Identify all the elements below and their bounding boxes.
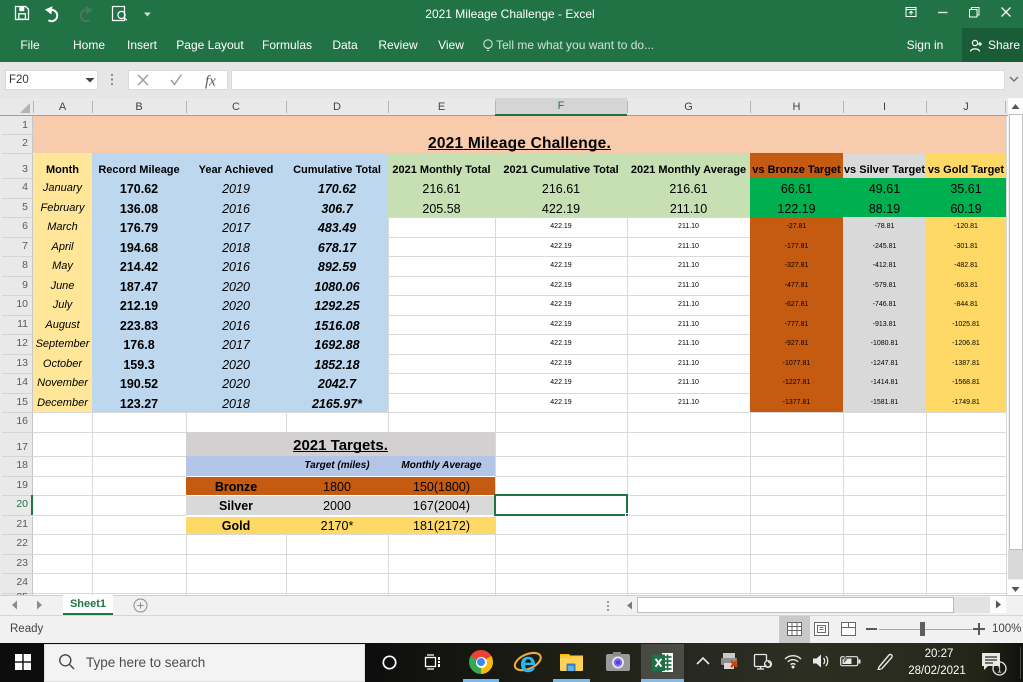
svg-text:1: 1 xyxy=(997,665,1002,675)
svg-text:e: e xyxy=(520,647,536,679)
svg-text:fx: fx xyxy=(205,74,216,90)
